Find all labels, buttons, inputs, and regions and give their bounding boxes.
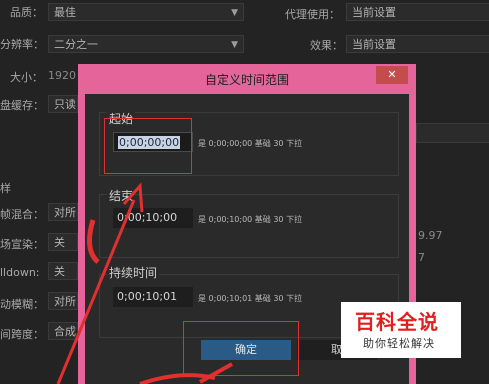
watermark-title: 百科全说 [355, 310, 439, 334]
arrow-to-start [56, 182, 144, 384]
annotation-stroke [86, 219, 100, 264]
watermark: 百科全说 助你轻松解决 [341, 302, 461, 358]
watermark-subtitle: 助你轻松解决 [363, 337, 435, 350]
arrow-to-ok [139, 362, 233, 384]
